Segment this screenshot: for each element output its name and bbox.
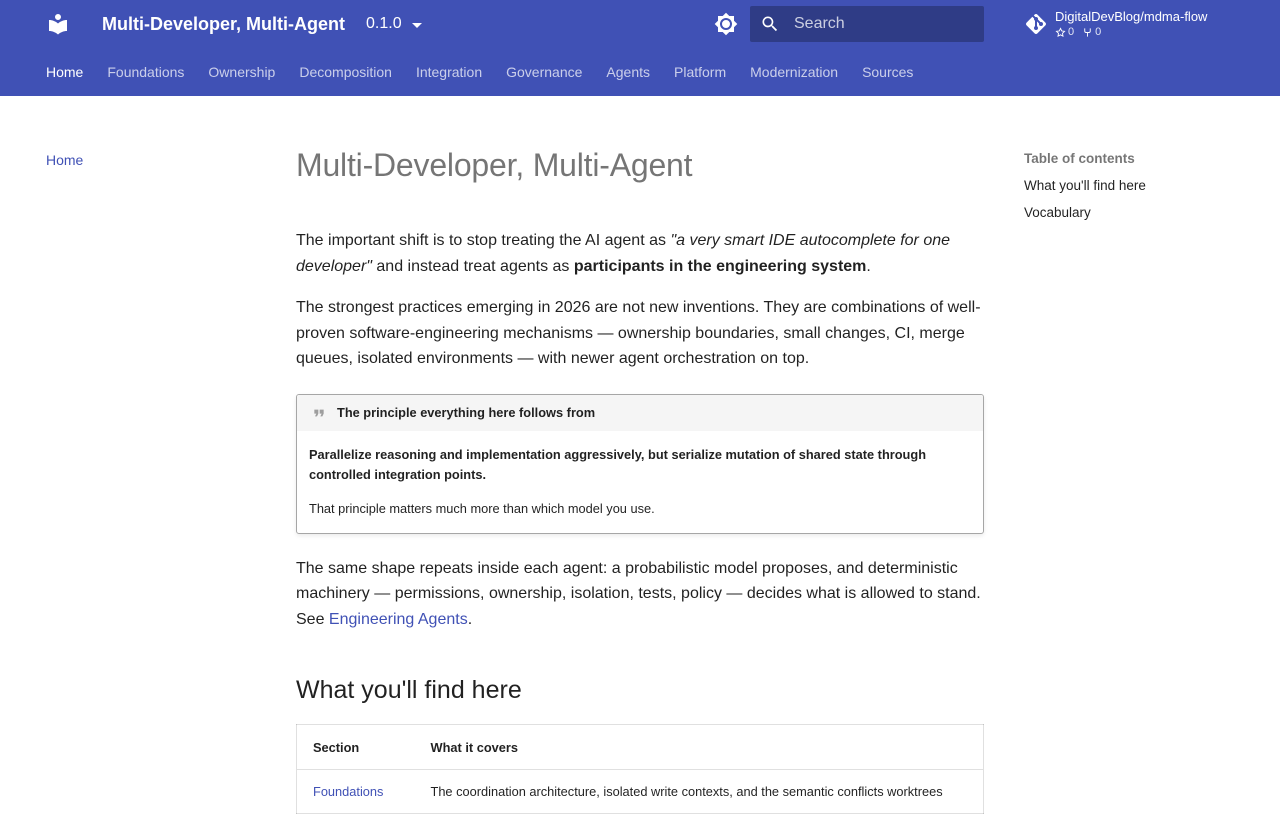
tab-sources[interactable]: Sources — [862, 63, 913, 81]
stars-value: 0 — [1068, 26, 1075, 38]
tab-agents[interactable]: Agents — [606, 63, 650, 81]
principle-callout: The principle everything here follows fr… — [296, 393, 984, 534]
page-title: Multi-Developer, Multi-Agent — [296, 147, 693, 183]
tab-home[interactable]: Home — [46, 63, 83, 81]
search-box[interactable] — [750, 6, 984, 42]
quote-icon — [314, 409, 324, 416]
site-title[interactable]: Multi-Developer, Multi-Agent — [102, 13, 345, 35]
brightness-icon[interactable] — [714, 12, 738, 36]
agents-paragraph: The same shape repeats inside each agent… — [296, 556, 984, 633]
tab-ownership[interactable]: Ownership — [208, 63, 275, 81]
practices-paragraph: The strongest practices emerging in 2026… — [296, 299, 981, 367]
star-icon — [1055, 26, 1066, 37]
table-cell-covers: The coordination architecture, isolated … — [430, 784, 943, 799]
header: Multi-Developer, Multi-Agent 0.1.0 Digit… — [0, 0, 1280, 48]
main-content: Multi-Developer, Multi-Agent The importa… — [296, 145, 984, 814]
chevron-down-icon — [411, 22, 422, 28]
stars-count: 0 — [1055, 26, 1074, 38]
callout-title-text: The principle everything here follows fr… — [337, 404, 596, 420]
toc-title: Table of contents — [1024, 151, 1135, 166]
repo-facts: 0 0 — [1055, 26, 1101, 38]
tab-foundations[interactable]: Foundations — [107, 63, 184, 81]
tab-modernization[interactable]: Modernization — [750, 63, 838, 81]
table-row: Foundations The coordination architectur… — [297, 770, 984, 814]
git-icon — [1026, 14, 1046, 34]
section-heading-what-youll-find-here: What you'll find here — [296, 676, 522, 704]
tab-decomposition[interactable]: Decomposition — [299, 63, 392, 81]
column-header-section: Section — [296, 724, 415, 770]
p1-strong: participants in the engineering system — [573, 257, 867, 275]
search-input[interactable] — [794, 6, 974, 42]
foundations-link[interactable]: Foundations — [313, 784, 383, 799]
toc-item-vocabulary[interactable]: Vocabulary — [1024, 205, 1244, 221]
p1-text-mid: and instead treat agents as — [371, 257, 574, 275]
tab-platform[interactable]: Platform — [674, 63, 726, 81]
repo-name: DigitalDevBlog/mdma-flow — [1055, 9, 1208, 24]
table-header-row: Section What it covers — [296, 724, 984, 770]
p1-text-post: . — [866, 257, 871, 275]
toc-item-what-youll-find-here[interactable]: What you'll find here — [1024, 178, 1244, 194]
column-header-what-it-covers: What it covers — [414, 724, 984, 770]
callout-title: The principle everything here follows fr… — [297, 394, 983, 431]
p3-text-post: . — [467, 610, 473, 628]
logo-icon[interactable] — [46, 12, 70, 36]
fork-icon — [1084, 27, 1091, 37]
tab-integration[interactable]: Integration — [416, 63, 482, 81]
forks-value: 0 — [1095, 26, 1102, 38]
table-cell-section: Foundations — [297, 770, 415, 814]
forks-count: 0 — [1082, 26, 1101, 38]
callout-note: That principle matters much more than wh… — [309, 500, 655, 516]
table-of-contents: Table of contents What you'll find here … — [1024, 151, 1244, 232]
p1-text-pre: The important shift is to stop treating … — [296, 232, 671, 249]
intro-paragraph: The important shift is to stop treating … — [296, 228, 984, 279]
tabs-bar: Home Foundations Ownership Decomposition… — [0, 48, 1280, 96]
search-icon — [762, 16, 778, 32]
sidebar-item-home[interactable]: Home — [46, 152, 83, 168]
version-label: 0.1.0 — [366, 15, 402, 32]
callout-body: Parallelize reasoning and implementation… — [297, 431, 983, 533]
version-selector[interactable]: 0.1.0 — [366, 14, 422, 34]
sections-table: Section What it covers Foundations The c… — [296, 724, 984, 814]
sidebar: Home — [46, 151, 83, 170]
repo-link[interactable]: DigitalDevBlog/mdma-flow 0 0 — [1024, 8, 1264, 42]
callout-principle: Parallelize reasoning and implementation… — [309, 446, 927, 482]
tab-governance[interactable]: Governance — [506, 63, 582, 81]
engineering-agents-link[interactable]: Engineering Agents — [329, 611, 468, 628]
